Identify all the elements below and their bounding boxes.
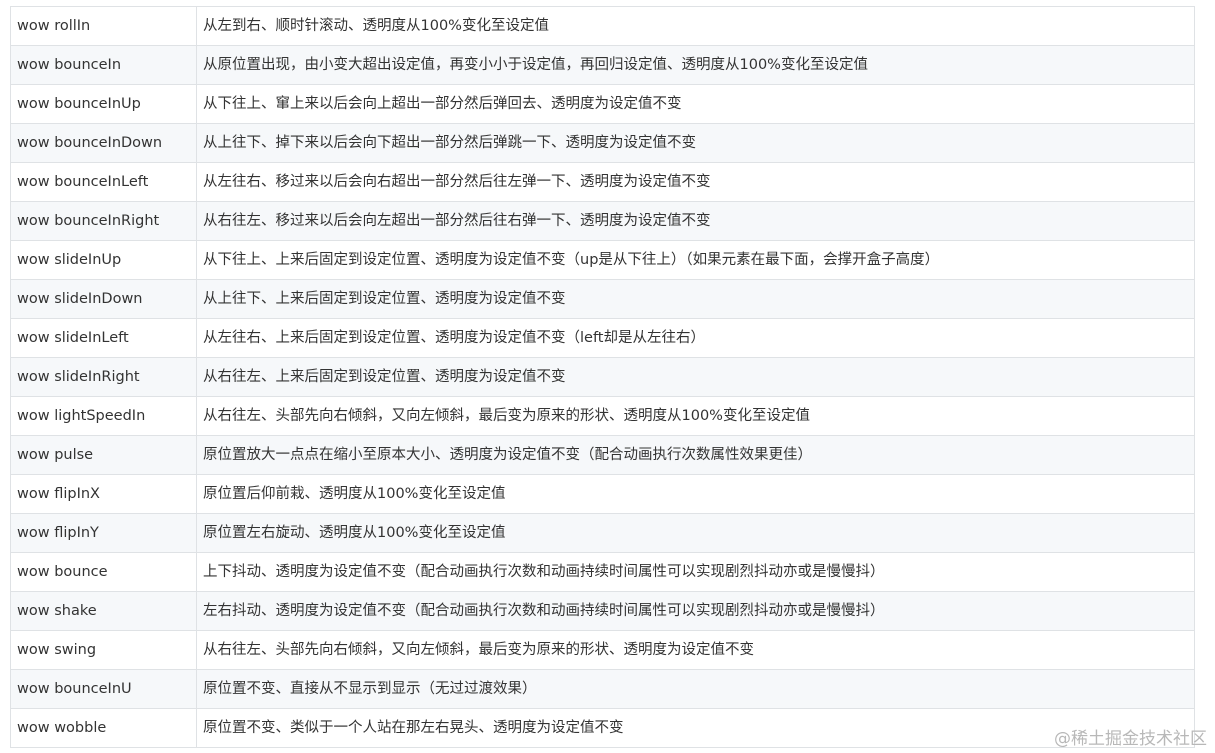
animation-class-cell: wow bounceInLeft <box>10 162 197 202</box>
table-row: wow slideInUp 从下往上、上来后固定到设定位置、透明度为设定值不变（u… <box>10 240 1195 280</box>
animation-class-cell: wow slideInUp <box>10 240 197 280</box>
animation-class-cell: wow pulse <box>10 435 197 475</box>
animation-description-cell: 原位置后仰前栽、透明度从100%变化至设定值 <box>196 474 1195 514</box>
animation-class-cell: wow swing <box>10 630 197 670</box>
animation-description-cell: 从下往上、上来后固定到设定位置、透明度为设定值不变（up是从下往上）（如果元素在… <box>196 240 1195 280</box>
animation-class-cell: wow lightSpeedIn <box>10 396 197 436</box>
animation-table: wow rollIn 从左到右、顺时针滚动、透明度从100%变化至设定值 wow b… <box>10 6 1195 748</box>
table-row: wow slideInDown 从上往下、上来后固定到设定位置、透明度为设定值不变 <box>10 279 1195 319</box>
animation-description-cell: 从右往左、头部先向右倾斜，又向左倾斜，最后变为原来的形状、透明度为设定值不变 <box>196 630 1195 670</box>
animation-description-cell: 从右往左、移过来以后会向左超出一部分然后往右弹一下、透明度为设定值不变 <box>196 201 1195 241</box>
table-row: wow rollIn 从左到右、顺时针滚动、透明度从100%变化至设定值 <box>10 6 1195 46</box>
animation-description-cell: 上下抖动、透明度为设定值不变（配合动画执行次数和动画持续时间属性可以实现剧烈抖动… <box>196 552 1195 592</box>
table-row: wow shake 左右抖动、透明度为设定值不变（配合动画执行次数和动画持续时间属… <box>10 591 1195 631</box>
animation-class-cell: wow slideInDown <box>10 279 197 319</box>
animation-description-cell: 从右往左、上来后固定到设定位置、透明度为设定值不变 <box>196 357 1195 397</box>
animation-description-cell: 从左往右、上来后固定到设定位置、透明度为设定值不变（left却是从左往右） <box>196 318 1195 358</box>
animation-class-cell: wow bounceInUp <box>10 84 197 124</box>
animation-description-cell: 原位置不变、直接从不显示到显示（无过过渡效果） <box>196 669 1195 709</box>
animation-class-cell: wow bounceIn <box>10 45 197 85</box>
table-row: wow flipInX 原位置后仰前栽、透明度从100%变化至设定值 <box>10 474 1195 514</box>
table-row: wow bounceInLeft 从左往右、移过来以后会向右超出一部分然后往左弹一… <box>10 162 1195 202</box>
animation-class-cell: wow rollIn <box>10 6 197 46</box>
table-row: wow pulse 原位置放大一点点在缩小至原本大小、透明度为设定值不变（配合动画… <box>10 435 1195 475</box>
animation-description-cell: 原位置左右旋动、透明度从100%变化至设定值 <box>196 513 1195 553</box>
table-row: wow swing 从右往左、头部先向右倾斜，又向左倾斜，最后变为原来的形状、透明… <box>10 630 1195 670</box>
animation-description-cell: 从上往下、掉下来以后会向下超出一部分然后弹跳一下、透明度为设定值不变 <box>196 123 1195 163</box>
animation-description-cell: 原位置不变、类似于一个人站在那左右晃头、透明度为设定值不变 <box>196 708 1195 748</box>
animation-description-cell: 从原位置出现，由小变大超出设定值，再变小小于设定值，再回归设定值、透明度从100… <box>196 45 1195 85</box>
animation-class-cell: wow bounceInU <box>10 669 197 709</box>
animation-class-cell: wow shake <box>10 591 197 631</box>
animation-table-body: wow rollIn 从左到右、顺时针滚动、透明度从100%变化至设定值 wow b… <box>10 6 1195 748</box>
animation-description-cell: 从上往下、上来后固定到设定位置、透明度为设定值不变 <box>196 279 1195 319</box>
animation-description-cell: 从右往左、头部先向右倾斜，又向左倾斜，最后变为原来的形状、透明度从100%变化至… <box>196 396 1195 436</box>
animation-class-cell: wow bounceInDown <box>10 123 197 163</box>
table-row: wow bounceInDown 从上往下、掉下来以后会向下超出一部分然后弹跳一下… <box>10 123 1195 163</box>
animation-class-cell: wow bounce <box>10 552 197 592</box>
animation-description-cell: 左右抖动、透明度为设定值不变（配合动画执行次数和动画持续时间属性可以实现剧烈抖动… <box>196 591 1195 631</box>
table-row: wow wobble 原位置不变、类似于一个人站在那左右晃头、透明度为设定值不变 <box>10 708 1195 748</box>
animation-class-cell: wow flipInY <box>10 513 197 553</box>
animation-class-cell: wow wobble <box>10 708 197 748</box>
animation-description-cell: 从下往上、窜上来以后会向上超出一部分然后弹回去、透明度为设定值不变 <box>196 84 1195 124</box>
table-row: wow lightSpeedIn 从右往左、头部先向右倾斜，又向左倾斜，最后变为原… <box>10 396 1195 436</box>
animation-class-cell: wow flipInX <box>10 474 197 514</box>
table-row: wow bounceInRight 从右往左、移过来以后会向左超出一部分然后往右弹… <box>10 201 1195 241</box>
table-row: wow slideInLeft 从左往右、上来后固定到设定位置、透明度为设定值不变… <box>10 318 1195 358</box>
table-row: wow flipInY 原位置左右旋动、透明度从100%变化至设定值 <box>10 513 1195 553</box>
table-row: wow bounce 上下抖动、透明度为设定值不变（配合动画执行次数和动画持续时间… <box>10 552 1195 592</box>
animation-description-cell: 从左到右、顺时针滚动、透明度从100%变化至设定值 <box>196 6 1195 46</box>
table-row: wow bounceIn 从原位置出现，由小变大超出设定值，再变小小于设定值，再回… <box>10 45 1195 85</box>
watermark: @稀土掘金技术社区 <box>1054 729 1207 749</box>
animation-description-cell: 原位置放大一点点在缩小至原本大小、透明度为设定值不变（配合动画执行次数属性效果更… <box>196 435 1195 475</box>
animation-class-cell: wow slideInLeft <box>10 318 197 358</box>
table-row: wow bounceInU 原位置不变、直接从不显示到显示（无过过渡效果） <box>10 669 1195 709</box>
animation-class-cell: wow bounceInRight <box>10 201 197 241</box>
table-row: wow bounceInUp 从下往上、窜上来以后会向上超出一部分然后弹回去、透明… <box>10 84 1195 124</box>
animation-table-container: wow rollIn 从左到右、顺时针滚动、透明度从100%变化至设定值 wow b… <box>10 6 1195 748</box>
animation-class-cell: wow slideInRight <box>10 357 197 397</box>
table-row: wow slideInRight 从右往左、上来后固定到设定位置、透明度为设定值不… <box>10 357 1195 397</box>
animation-description-cell: 从左往右、移过来以后会向右超出一部分然后往左弹一下、透明度为设定值不变 <box>196 162 1195 202</box>
